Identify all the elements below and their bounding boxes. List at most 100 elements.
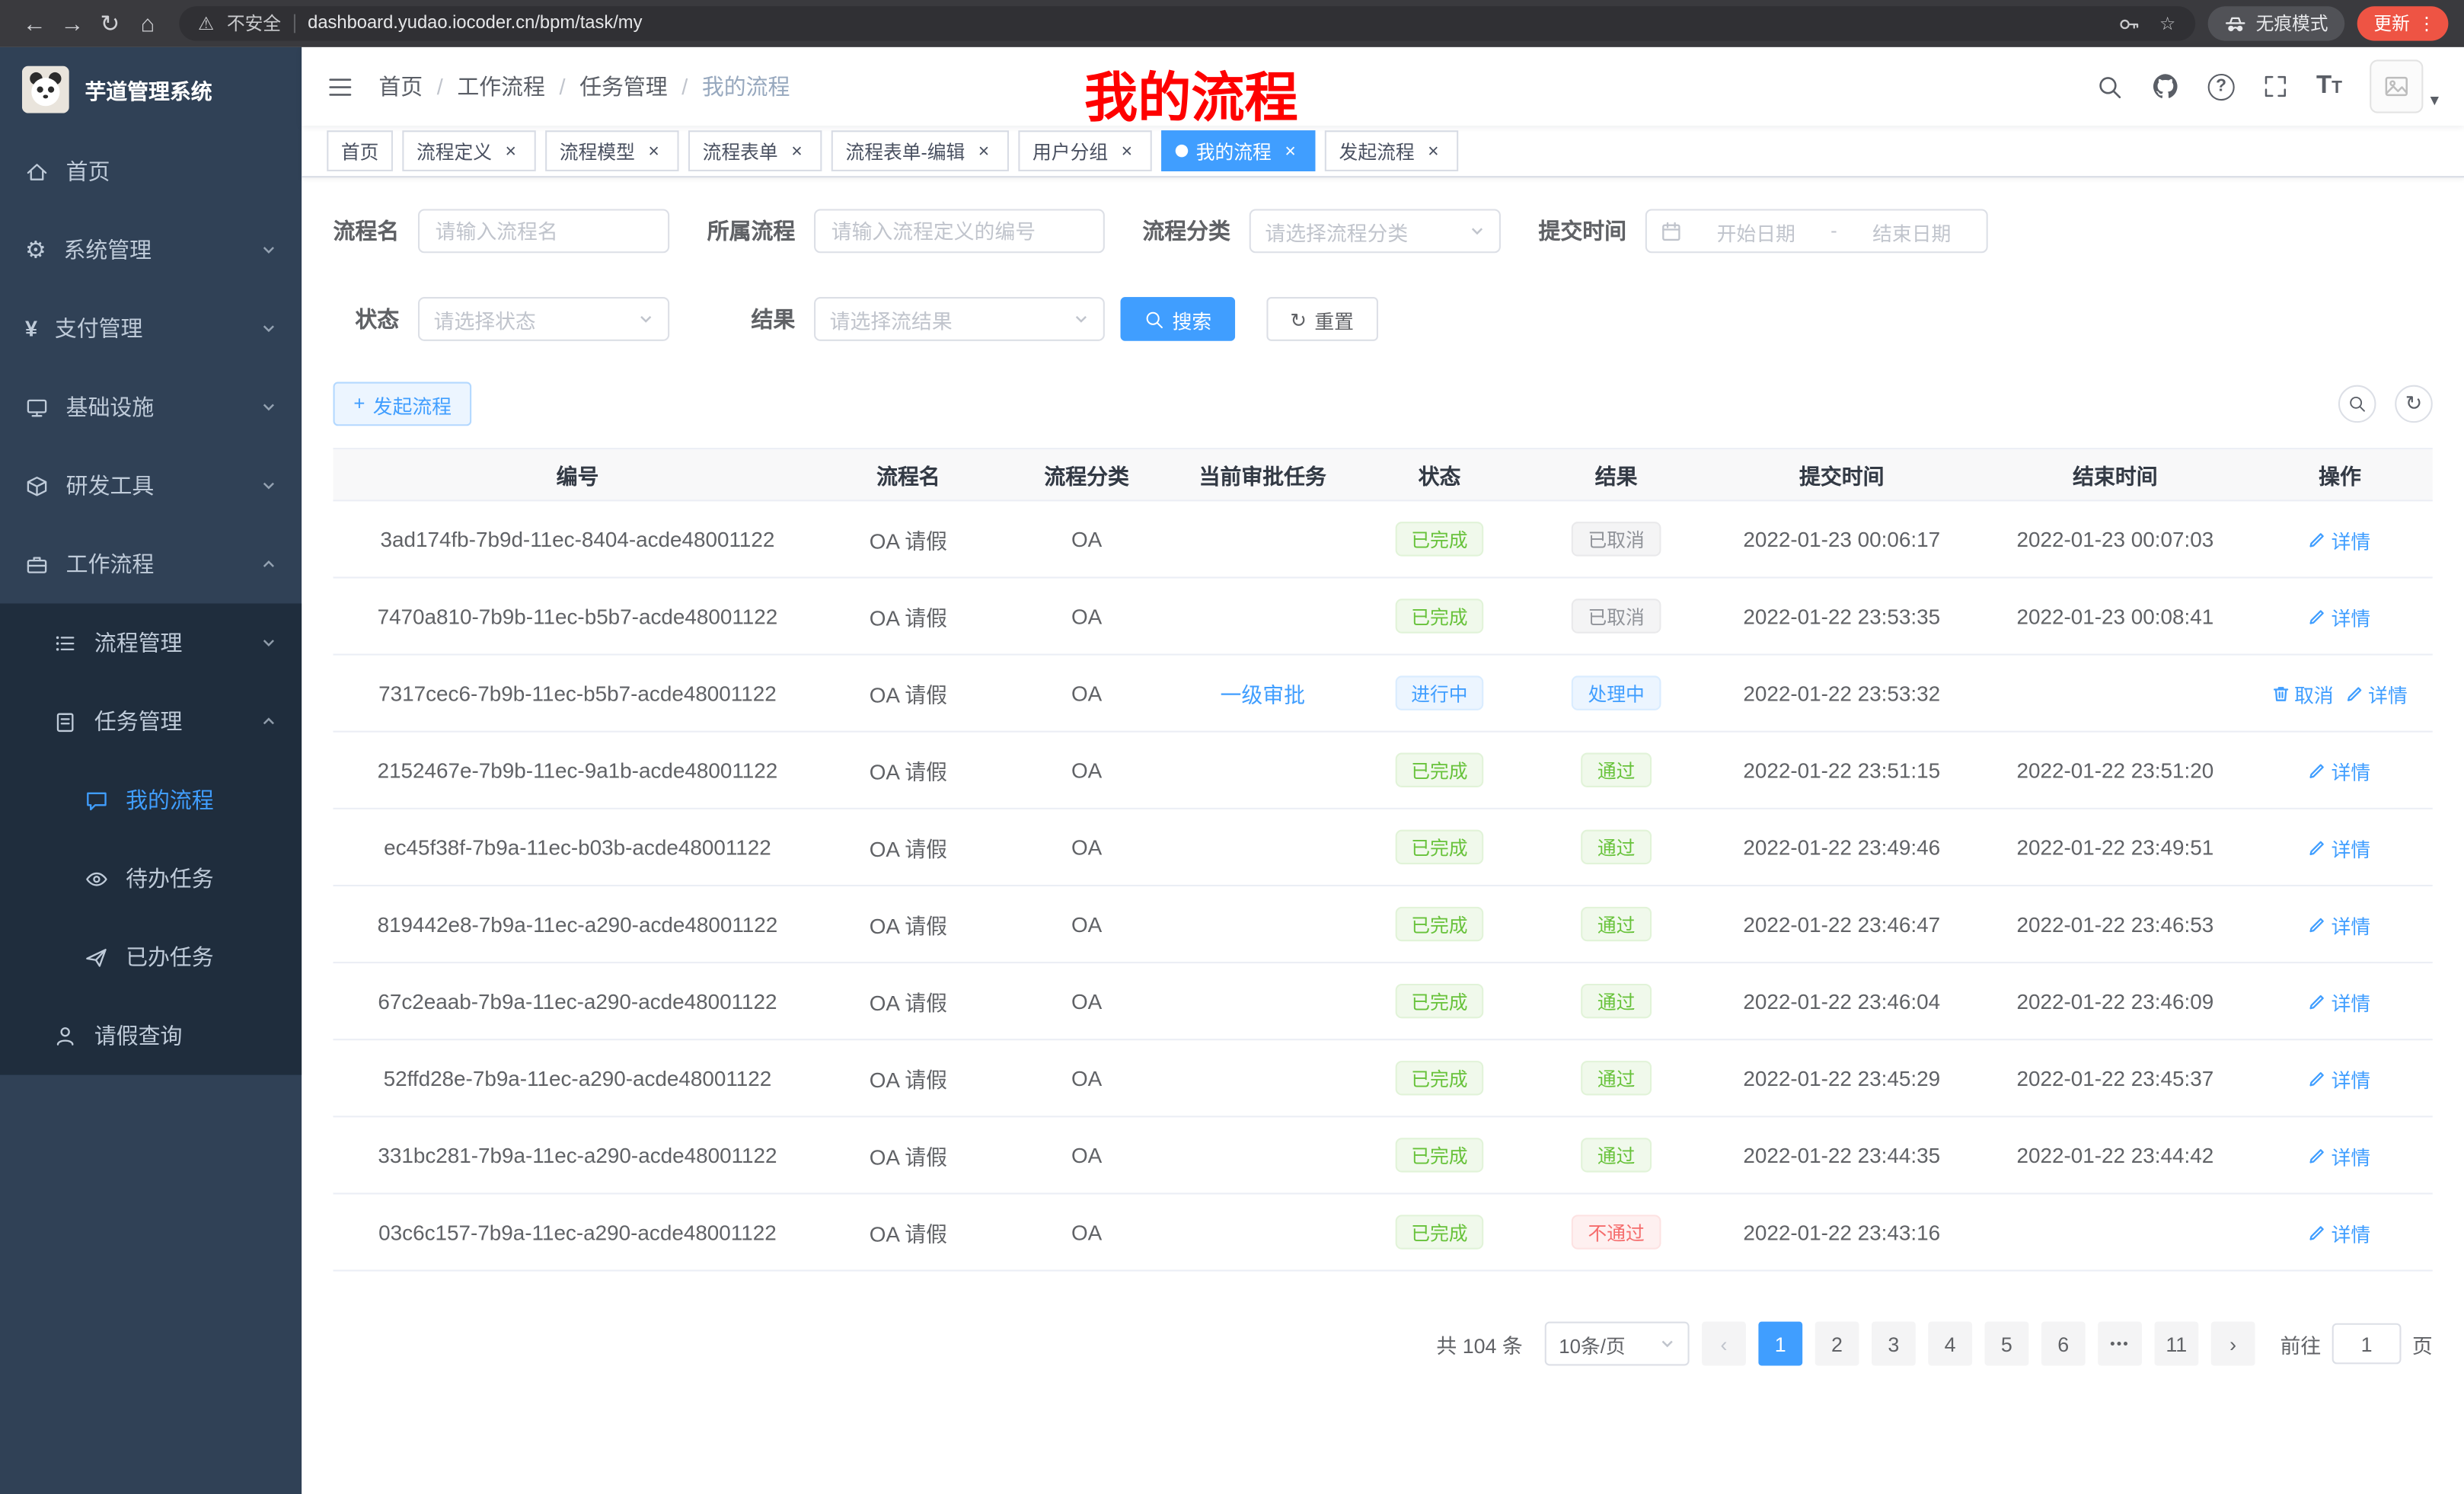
edit-icon: [2309, 608, 2327, 625]
breadcrumb-item[interactable]: 首页: [378, 71, 423, 102]
user-menu[interactable]: ▾: [2370, 59, 2439, 113]
tab-process-form[interactable]: 流程表单×: [688, 130, 822, 171]
close-icon[interactable]: ×: [1422, 140, 1444, 162]
fullscreen-icon[interactable]: [2263, 74, 2288, 99]
prev-page-button[interactable]: ‹: [1702, 1322, 1746, 1366]
reset-button[interactable]: ↻ 重置: [1266, 297, 1377, 341]
person-icon: [53, 1024, 77, 1048]
detail-link[interactable]: 详情: [2309, 524, 2371, 554]
result-select[interactable]: 请选择流结果: [814, 297, 1105, 341]
sidebar-item-system[interactable]: ⚙ 系统管理: [0, 211, 302, 289]
table-row: 3ad174fb-7b9d-11ec-8404-acde48001122 OA …: [334, 501, 2433, 578]
address-bar[interactable]: ⚠ 不安全 dashboard.yudao.iocoder.cn/bpm/tas…: [179, 6, 2194, 40]
star-icon[interactable]: ☆: [2159, 13, 2175, 35]
sidebar-item-infra[interactable]: 基础设施: [0, 368, 302, 446]
tab-process-form-edit[interactable]: 流程表单-编辑×: [831, 130, 1009, 171]
detail-link[interactable]: 详情: [2309, 755, 2371, 785]
detail-link[interactable]: 详情: [2309, 986, 2371, 1016]
create-process-button[interactable]: + 发起流程: [334, 382, 472, 426]
table-row: 03c6c157-7b9a-11ec-a290-acde48001122 OA …: [334, 1194, 2433, 1271]
help-icon[interactable]: ?: [2208, 73, 2235, 100]
detail-link[interactable]: 详情: [2309, 832, 2371, 862]
detail-link[interactable]: 详情: [2346, 678, 2408, 708]
close-icon[interactable]: ×: [786, 140, 808, 162]
cell-current-task: [1179, 1194, 1347, 1269]
tab-process-model[interactable]: 流程模型×: [545, 130, 678, 171]
page-button-6[interactable]: 6: [2041, 1322, 2086, 1366]
detail-link[interactable]: 详情: [2309, 601, 2371, 630]
close-icon[interactable]: ×: [973, 140, 995, 162]
sidebar-item-workflow[interactable]: 工作流程: [0, 525, 302, 603]
avatar[interactable]: [2370, 59, 2424, 113]
detail-link[interactable]: 详情: [2309, 1140, 2371, 1170]
security-label[interactable]: 不安全: [227, 11, 281, 36]
sidebar-item-leave-query[interactable]: 请假查询: [0, 996, 302, 1074]
back-icon[interactable]: ←: [16, 5, 54, 43]
col-category: 流程分类: [994, 449, 1178, 500]
table-row: ec45f38f-7b9a-11ec-b03b-acde48001122 OA …: [334, 809, 2433, 886]
cell-result: 通过: [1532, 963, 1700, 1039]
cell-status: 已完成: [1347, 1117, 1533, 1192]
font-size-icon[interactable]: TT: [2316, 72, 2342, 101]
page-button-1[interactable]: 1: [1758, 1322, 1802, 1366]
sidebar-item-todo-tasks[interactable]: 待办任务: [0, 839, 302, 918]
detail-link[interactable]: 详情: [2309, 909, 2371, 939]
detail-link[interactable]: 详情: [2309, 1217, 2371, 1247]
more-pages-button[interactable]: •••: [2098, 1322, 2142, 1366]
tab-home[interactable]: 首页: [327, 130, 393, 171]
tab-process-definition[interactable]: 流程定义×: [402, 130, 535, 171]
sidebar-item-devtools[interactable]: 研发工具: [0, 446, 302, 525]
cell-submit-time: 2022-01-22 23:45:29: [1700, 1040, 1983, 1116]
breadcrumb-item[interactable]: 工作流程: [457, 71, 545, 102]
close-icon[interactable]: ×: [1279, 140, 1301, 162]
submit-time-range-picker[interactable]: 开始日期 - 结束日期: [1645, 209, 1988, 253]
result-tag: 已取消: [1572, 599, 1661, 633]
next-page-button[interactable]: ›: [2211, 1322, 2255, 1366]
breadcrumb-item[interactable]: 任务管理: [579, 71, 668, 102]
page-button-3[interactable]: 3: [1872, 1322, 1916, 1366]
current-task-link[interactable]: 一级审批: [1221, 677, 1305, 708]
search-button[interactable]: 搜索: [1120, 297, 1235, 341]
update-button[interactable]: 更新 ⋮: [2357, 6, 2449, 40]
cancel-link[interactable]: 取消: [2272, 678, 2334, 708]
cell-result: 通过: [1532, 733, 1700, 808]
tab-start-process[interactable]: 发起流程×: [1325, 130, 1458, 171]
forward-icon[interactable]: →: [53, 5, 91, 43]
close-icon[interactable]: ×: [500, 140, 522, 162]
close-icon[interactable]: ×: [643, 140, 665, 162]
filter-label-name: 流程名: [334, 215, 400, 247]
sidebar-item-done-tasks[interactable]: 已办任务: [0, 918, 302, 996]
page-button-5[interactable]: 5: [1985, 1322, 2029, 1366]
sidebar-item-my-process[interactable]: 我的流程: [0, 761, 302, 839]
process-definition-input[interactable]: [814, 209, 1105, 253]
tab-user-group[interactable]: 用户分组×: [1018, 130, 1151, 171]
tab-my-process[interactable]: 我的流程×: [1161, 130, 1315, 171]
page-button-2[interactable]: 2: [1815, 1322, 1859, 1366]
table-refresh-button[interactable]: ↻: [2395, 385, 2433, 423]
search-icon[interactable]: [2096, 73, 2123, 100]
page-button-4[interactable]: 4: [1928, 1322, 1972, 1366]
menu-dots-icon[interactable]: ⋮: [2418, 13, 2436, 35]
category-select[interactable]: 请选择流程分类: [1250, 209, 1501, 253]
cell-id: 67c2eaab-7b9a-11ec-a290-acde48001122: [334, 963, 822, 1039]
sidebar-item-process-mgmt[interactable]: 流程管理: [0, 603, 302, 682]
close-icon[interactable]: ×: [1116, 140, 1138, 162]
goto-page-input[interactable]: [2332, 1323, 2402, 1365]
sidebar-item-task-mgmt[interactable]: 任务管理: [0, 682, 302, 761]
sidebar-item-home[interactable]: 首页: [0, 132, 302, 210]
key-icon[interactable]: [2117, 11, 2140, 35]
hamburger-icon[interactable]: [327, 73, 353, 100]
process-name-input[interactable]: [418, 209, 669, 253]
table-search-button[interactable]: [2338, 385, 2376, 423]
detail-link[interactable]: 详情: [2309, 1063, 2371, 1093]
col-end-time: 结束时间: [1984, 449, 2248, 500]
sidebar-item-payment[interactable]: ¥ 支付管理: [0, 289, 302, 368]
reload-icon[interactable]: ↻: [91, 5, 129, 43]
url-text[interactable]: dashboard.yudao.iocoder.cn/bpm/task/my: [308, 14, 642, 34]
page-button-11[interactable]: 11: [2154, 1322, 2198, 1366]
status-select[interactable]: 请选择状态: [418, 297, 669, 341]
github-icon[interactable]: [2151, 72, 2179, 101]
home-icon: [25, 159, 49, 183]
home-icon[interactable]: ⌂: [129, 5, 167, 43]
page-size-select[interactable]: 10条/页: [1545, 1322, 1690, 1366]
